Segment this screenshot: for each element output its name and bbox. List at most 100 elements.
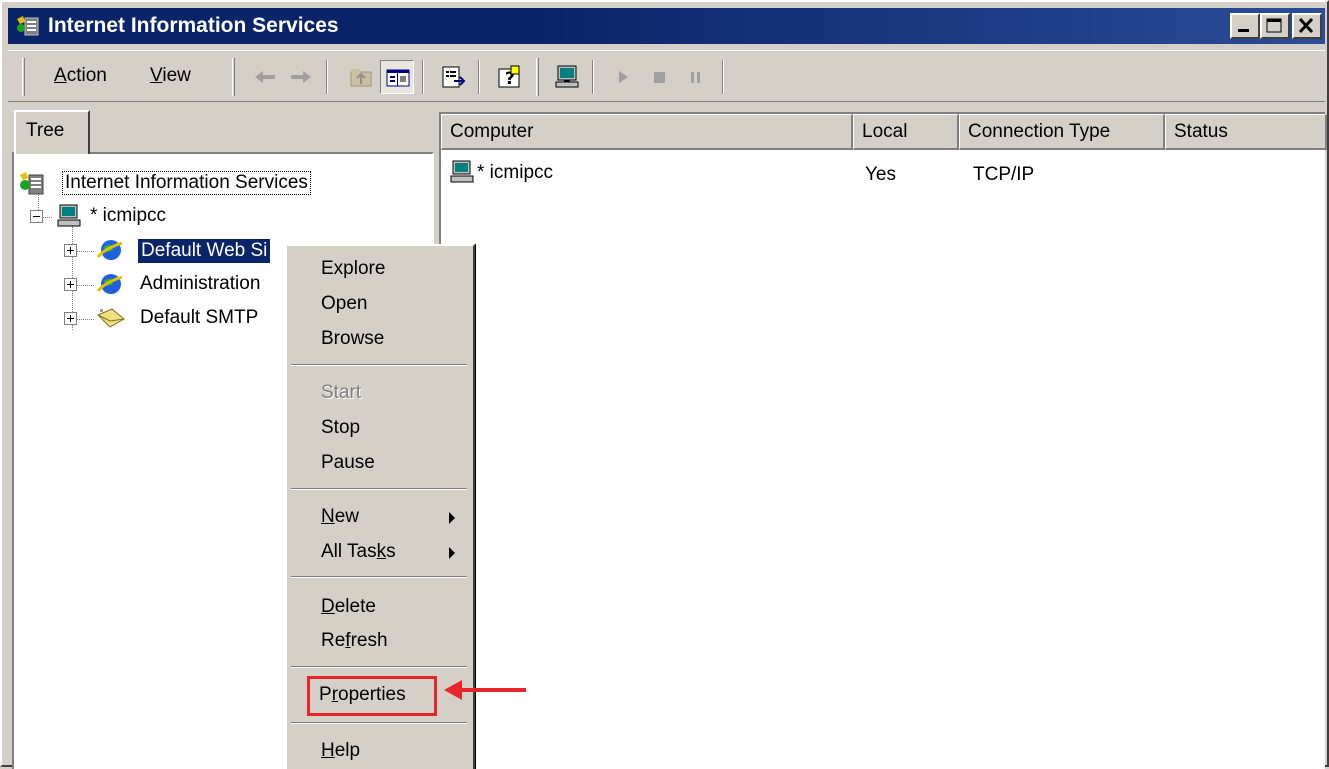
minimize-button[interactable] bbox=[1230, 13, 1260, 39]
tree-item-label: Default SMTP bbox=[140, 307, 259, 328]
export-list-button[interactable] bbox=[436, 60, 470, 94]
menu-item-pause[interactable]: Pause bbox=[321, 452, 375, 474]
title-bar[interactable]: Internet Information Services bbox=[8, 8, 1325, 44]
forward-button[interactable] bbox=[284, 60, 318, 94]
help-button[interactable]: ? bbox=[492, 60, 526, 94]
menu-label: All Tas bbox=[321, 541, 377, 562]
column-header-status[interactable]: Status bbox=[1165, 114, 1327, 150]
column-header-label: Computer bbox=[450, 121, 534, 142]
menu-separator bbox=[291, 576, 467, 578]
back-button[interactable] bbox=[248, 60, 282, 94]
menu-label: Re bbox=[321, 630, 346, 651]
connect-computer-button[interactable] bbox=[550, 60, 584, 94]
show-hide-tree-button[interactable] bbox=[380, 60, 414, 94]
toolbar: Action View ? bbox=[8, 50, 1325, 102]
menu-label: elp bbox=[334, 740, 361, 761]
menu-label: elete bbox=[334, 596, 376, 617]
column-header-label: Local bbox=[862, 121, 908, 142]
menu-separator bbox=[291, 488, 467, 490]
toolbar-separator bbox=[326, 60, 328, 94]
menu-item-explore[interactable]: Explore bbox=[321, 258, 385, 280]
menu-label: s bbox=[386, 541, 396, 562]
back-icon bbox=[255, 71, 275, 83]
menu-item-all-tasks[interactable]: All Tasks bbox=[321, 541, 396, 563]
smtp-icon bbox=[97, 308, 125, 328]
submenu-arrow-icon bbox=[449, 512, 455, 524]
expand-icon[interactable] bbox=[64, 312, 77, 325]
computer-icon bbox=[555, 65, 579, 88]
menu-item-browse[interactable]: Browse bbox=[321, 328, 384, 350]
stop-icon bbox=[654, 72, 665, 83]
menu-action[interactable]: Action bbox=[54, 65, 107, 87]
column-header-local[interactable]: Local bbox=[853, 114, 959, 150]
maximize-button[interactable] bbox=[1260, 13, 1290, 39]
minimize-icon bbox=[1238, 29, 1249, 32]
menu-mnemonic: k bbox=[376, 541, 387, 562]
globe-icon bbox=[96, 240, 123, 260]
expand-icon[interactable] bbox=[64, 278, 77, 291]
menu-item-open[interactable]: Open bbox=[321, 293, 367, 315]
column-header-label: Status bbox=[1174, 121, 1228, 142]
menu-item-refresh[interactable]: Refresh bbox=[321, 630, 388, 652]
stop-item-button[interactable] bbox=[642, 60, 676, 94]
up-folder-icon bbox=[350, 69, 372, 87]
menu-label: P bbox=[319, 684, 332, 705]
toolbar-separator bbox=[592, 60, 594, 94]
toolbar-separator bbox=[722, 60, 724, 94]
forward-icon bbox=[291, 71, 311, 83]
toolbar-grip[interactable] bbox=[536, 58, 539, 96]
menu-item-delete[interactable]: Delete bbox=[321, 596, 376, 618]
menu-separator bbox=[291, 722, 467, 724]
menu-view[interactable]: View bbox=[150, 65, 191, 87]
menu-label: operties bbox=[338, 684, 406, 705]
tree-computer-label: * icmipcc bbox=[90, 205, 167, 226]
menu-view-mnemonic: V bbox=[150, 65, 163, 86]
export-list-icon bbox=[442, 66, 466, 88]
computer-icon bbox=[450, 160, 474, 183]
close-icon bbox=[1298, 17, 1314, 34]
expand-icon[interactable] bbox=[64, 244, 77, 257]
menu-mnemonic: D bbox=[321, 596, 335, 617]
menu-item-properties[interactable]: Properties bbox=[319, 684, 406, 706]
menu-mnemonic: N bbox=[321, 506, 335, 527]
menu-label: ew bbox=[334, 506, 360, 527]
list-pane[interactable]: Computer Local Connection Type Status * … bbox=[439, 112, 1327, 769]
menu-label: resh bbox=[350, 630, 388, 651]
toolbar-grip[interactable] bbox=[232, 58, 235, 96]
menu-separator bbox=[291, 666, 467, 668]
menu-item-help[interactable]: Help bbox=[321, 740, 360, 762]
maximize-icon bbox=[1266, 18, 1282, 33]
column-header-label: Connection Type bbox=[968, 121, 1111, 142]
start-item-button[interactable] bbox=[606, 60, 640, 94]
tree-item-label: Default Web Si bbox=[138, 239, 271, 263]
menu-item-start[interactable]: Start bbox=[321, 382, 361, 404]
pause-icon bbox=[691, 72, 700, 83]
cell-local: Yes bbox=[865, 164, 896, 185]
menu-mnemonic: H bbox=[321, 740, 335, 761]
menu-item-stop[interactable]: Stop bbox=[321, 417, 360, 439]
collapse-icon[interactable] bbox=[30, 210, 43, 223]
computer-icon bbox=[57, 204, 81, 227]
toolbar-separator bbox=[478, 60, 480, 94]
pause-item-button[interactable] bbox=[678, 60, 712, 94]
iis-app-icon bbox=[17, 16, 39, 36]
column-header-computer[interactable]: Computer bbox=[441, 114, 853, 150]
toolbar-separator bbox=[422, 60, 424, 94]
play-icon bbox=[619, 71, 628, 83]
globe-icon bbox=[96, 274, 123, 294]
window-title: Internet Information Services bbox=[48, 14, 339, 37]
iis-window: Internet Information Services Action Vie… bbox=[0, 0, 1329, 769]
close-button[interactable] bbox=[1292, 13, 1322, 39]
menu-action-mnemonic: A bbox=[54, 65, 67, 86]
toolbar-grip[interactable] bbox=[22, 58, 25, 96]
up-one-level-button[interactable] bbox=[344, 60, 378, 94]
tree-item-label: Administration bbox=[140, 273, 261, 294]
submenu-arrow-icon bbox=[449, 547, 455, 559]
cell-computer: * icmipcc bbox=[477, 162, 554, 183]
menu-item-new[interactable]: New bbox=[321, 506, 359, 528]
tab-tree[interactable]: Tree bbox=[14, 110, 90, 154]
tab-tree-label: Tree bbox=[26, 120, 65, 141]
tree-root-label: Internet Information Services bbox=[62, 171, 311, 195]
menu-action-label: ction bbox=[66, 65, 107, 86]
column-header-connection-type[interactable]: Connection Type bbox=[959, 114, 1165, 150]
